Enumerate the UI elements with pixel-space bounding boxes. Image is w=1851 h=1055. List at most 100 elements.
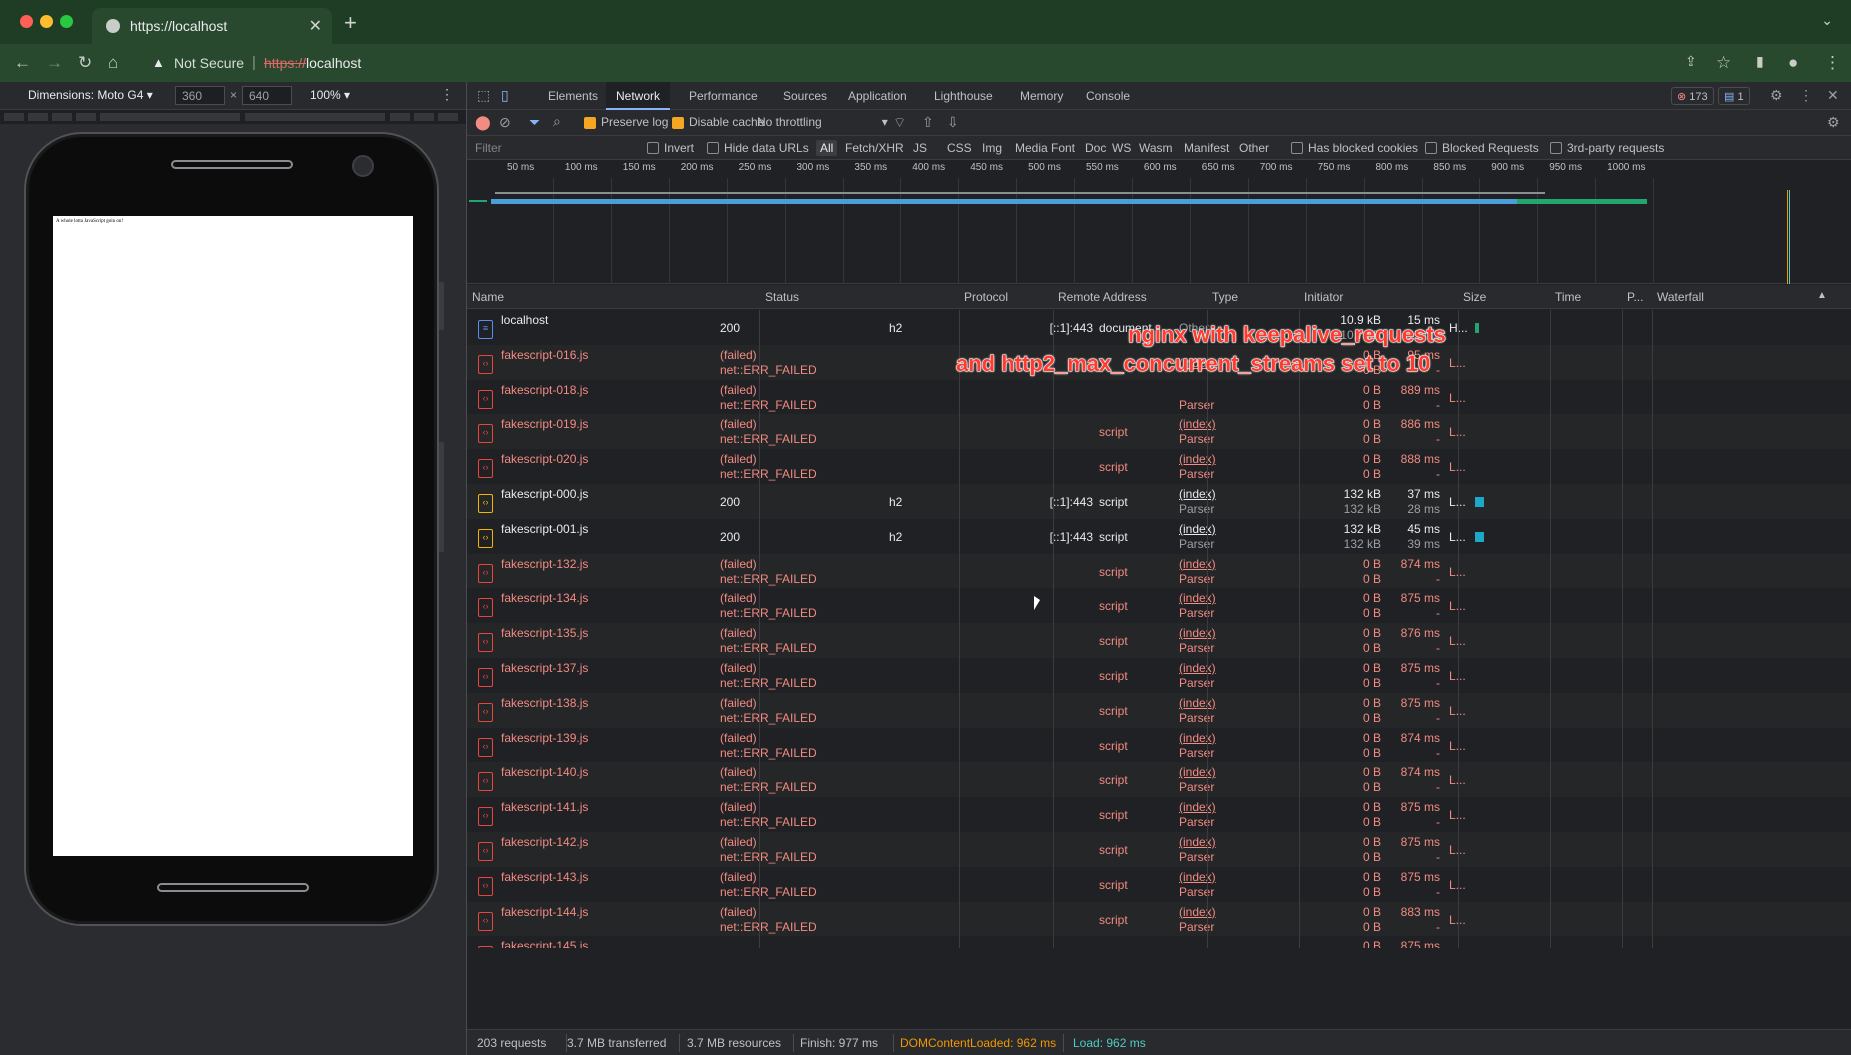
emulated-viewport[interactable]: A whole lotta JavaScript goin on!	[53, 216, 413, 856]
bookmark-star-icon[interactable]: ☆	[1716, 53, 1731, 73]
tab-search-chevron-icon[interactable]: ⌄	[1821, 12, 1833, 29]
close-tab-icon[interactable]: ✕	[309, 16, 322, 36]
table-row[interactable]: ‹› fakescript-145.js (failed) (index) 0 B 875…	[467, 936, 1851, 948]
minimize-window-button[interactable]	[40, 15, 53, 28]
tab-memory[interactable]: Memory	[1020, 89, 1063, 103]
share-icon[interactable]: ⇪	[1685, 53, 1697, 70]
tab-application[interactable]: Application	[848, 89, 907, 103]
height-input[interactable]: 640	[242, 86, 292, 105]
waterfall-bar[interactable]	[1475, 323, 1479, 333]
omnibox[interactable]: ▲ Not Secure | https://localhost	[140, 48, 1800, 78]
request-initiator[interactable]: (index)	[1179, 591, 1216, 605]
column-header-status[interactable]: Status	[765, 290, 799, 304]
request-initiator[interactable]: (index)	[1179, 417, 1216, 431]
request-initiator[interactable]: (index)	[1179, 626, 1216, 640]
filter-type-all[interactable]: All	[816, 140, 838, 156]
request-initiator[interactable]: (index)	[1179, 870, 1216, 884]
request-initiator[interactable]: (index)	[1179, 696, 1216, 710]
request-initiator[interactable]: (index)	[1179, 835, 1216, 849]
table-row[interactable]: ‹› fakescript-139.js (failed) net::ERR_FAIL…	[467, 728, 1851, 763]
browser-tab[interactable]: https://localhost ✕	[92, 8, 332, 44]
table-row[interactable]: ‹› fakescript-140.js (failed) net::ERR_FAIL…	[467, 762, 1851, 798]
request-initiator[interactable]: (index)	[1179, 557, 1216, 571]
request-initiator[interactable]: (index)	[1179, 947, 1216, 948]
clear-icon[interactable]: ⊘	[499, 114, 511, 131]
url-text[interactable]: https://localhost	[264, 55, 361, 71]
maximize-window-button[interactable]	[60, 15, 73, 28]
import-har-icon[interactable]: ⇧	[922, 114, 934, 131]
request-initiator[interactable]: (index)	[1179, 905, 1216, 919]
preserve-log-checkbox[interactable]	[584, 117, 596, 129]
forward-icon[interactable]: →	[46, 53, 63, 73]
zoom-dropdown[interactable]: 100% ▾	[310, 88, 350, 102]
filter-type-other[interactable]: Other	[1239, 141, 1269, 155]
reload-icon[interactable]: ↻	[78, 53, 92, 73]
filter-type-media[interactable]: Media	[1015, 141, 1048, 155]
hide-data-urls-checkbox[interactable]	[707, 142, 719, 154]
request-initiator[interactable]: (index)	[1179, 661, 1216, 675]
request-initiator[interactable]: (index)	[1179, 522, 1216, 536]
browser-menu-icon[interactable]: ⋮	[1824, 53, 1841, 73]
table-row[interactable]: ‹› fakescript-135.js (failed) net::ERR_FAIL…	[467, 623, 1851, 658]
column-header-p[interactable]: P...	[1627, 290, 1643, 304]
network-overview[interactable]: 50 ms 100 ms 150 ms 200 ms 250 ms 300 ms 350 m…	[467, 160, 1851, 284]
throttling-select[interactable]: No throttling ▾	[757, 115, 888, 129]
blocked-cookies-checkbox[interactable]	[1291, 142, 1303, 154]
waterfall-bar[interactable]	[1475, 531, 1484, 542]
close-window-button[interactable]	[20, 15, 33, 28]
column-header-remoteaddress[interactable]: Remote Address	[1058, 290, 1147, 304]
table-row[interactable]: ‹› fakescript-134.js (failed) net::ERR_FAIL…	[467, 588, 1851, 623]
filter-type-css[interactable]: CSS	[947, 141, 972, 155]
column-header-time[interactable]: Time	[1555, 290, 1581, 304]
column-header-size[interactable]: Size	[1463, 290, 1486, 304]
tab-performance[interactable]: Performance	[689, 89, 758, 103]
search-icon[interactable]: ⌕	[553, 113, 561, 130]
new-tab-button[interactable]: +	[344, 10, 357, 36]
devtools-more-icon[interactable]: ⋮	[1799, 87, 1813, 104]
column-header-waterfall[interactable]: Waterfall	[1657, 290, 1704, 304]
export-har-icon[interactable]: ⇩	[947, 114, 959, 131]
table-row[interactable]: ‹› fakescript-144.js (failed) net::ERR_FAIL…	[467, 901, 1851, 937]
filter-input[interactable]: Filter	[475, 141, 502, 155]
error-count-badge[interactable]: ⊗ 173	[1671, 87, 1714, 105]
table-row[interactable]: ‹› fakescript-143.js (failed) net::ERR_FAIL…	[467, 867, 1851, 902]
side-panel-icon[interactable]: ▮	[1756, 53, 1764, 70]
close-devtools-icon[interactable]: ✕	[1827, 87, 1839, 104]
request-initiator[interactable]: (index)	[1179, 800, 1216, 814]
request-initiator[interactable]: (index)	[1179, 452, 1216, 466]
filter-type-doc[interactable]: Doc	[1085, 141, 1106, 155]
network-settings-icon[interactable]: ⚙	[1827, 114, 1840, 131]
blocked-requests-checkbox[interactable]	[1425, 142, 1437, 154]
record-icon[interactable]: ⬤	[475, 114, 491, 131]
filter-type-img[interactable]: Img	[982, 141, 1002, 155]
filter-type-js[interactable]: JS	[913, 141, 927, 155]
inspect-element-icon[interactable]: ⬚	[477, 87, 490, 104]
table-row[interactable]: ‹› fakescript-000.js 200 h2 [::1]:443 script (…	[467, 484, 1851, 519]
media-query-ruler[interactable]	[0, 110, 466, 124]
column-header-initiator[interactable]: Initiator	[1304, 290, 1343, 304]
table-row[interactable]: ‹› fakescript-138.js (failed) net::ERR_FAIL…	[467, 692, 1851, 728]
dimensions-dropdown[interactable]: Dimensions: Moto G4 ▾	[28, 88, 153, 102]
request-initiator[interactable]: (index)	[1179, 765, 1216, 779]
device-toggle-icon[interactable]: ▯	[501, 87, 509, 104]
table-row[interactable]: ‹› fakescript-019.js (failed) net::ERR_FAIL…	[467, 414, 1851, 450]
back-icon[interactable]: ←	[14, 53, 31, 73]
disable-cache-checkbox[interactable]	[672, 117, 684, 129]
filter-type-ws[interactable]: WS	[1112, 141, 1131, 155]
invert-checkbox[interactable]	[647, 142, 659, 154]
home-icon[interactable]: ⌂	[108, 53, 118, 73]
waterfall-bar[interactable]	[1475, 497, 1484, 507]
tab-sources[interactable]: Sources	[783, 89, 827, 103]
table-row[interactable]: ‹› fakescript-137.js (failed) net::ERR_FAIL…	[467, 658, 1851, 693]
third-party-checkbox[interactable]	[1550, 142, 1562, 154]
device-more-icon[interactable]: ⋮	[440, 86, 454, 103]
table-row[interactable]: ‹› fakescript-001.js 200 h2 [::1]:443 script (…	[467, 519, 1851, 554]
message-count-badge[interactable]: ▤ 1	[1718, 87, 1750, 105]
network-conditions-icon[interactable]: ⌔	[893, 114, 906, 132]
tab-elements[interactable]: Elements	[548, 89, 598, 103]
column-header-protocol[interactable]: Protocol	[964, 290, 1008, 304]
filter-type-wasm[interactable]: Wasm	[1139, 141, 1173, 155]
request-initiator[interactable]: (index)	[1179, 487, 1216, 501]
filter-type-font[interactable]: Font	[1051, 141, 1075, 155]
filter-icon[interactable]: ⏷	[529, 114, 540, 131]
